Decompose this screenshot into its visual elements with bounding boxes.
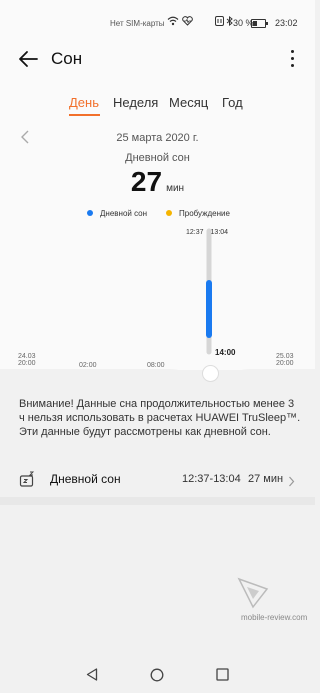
wifi-icon [167, 16, 179, 29]
range-end: 13:04 [210, 229, 229, 236]
selected-date: 25 марта 2020 г. [116, 132, 199, 144]
tab-month[interactable]: Месяц [169, 95, 208, 110]
heart-rate-icon [182, 16, 193, 29]
legend-label-awake: Пробуждение [179, 209, 230, 218]
back-button[interactable] [17, 48, 39, 70]
system-nav-bar [0, 650, 315, 693]
watermark-text: mobile-review.com [241, 613, 308, 622]
chart-drag-handle[interactable] [202, 365, 219, 382]
sleep-total-value: 27 [130, 166, 163, 197]
circle-home-icon [150, 668, 164, 682]
clock: 23:02 [275, 18, 298, 28]
carrier-text: Нет SIM-карты [110, 19, 165, 28]
nap-bar [206, 280, 212, 338]
tab-year[interactable]: Год [222, 95, 243, 110]
square-recents-icon [216, 668, 229, 681]
nfc-icon [215, 16, 224, 29]
sleep-type-label: Дневной сон [125, 152, 190, 164]
section-divider [0, 497, 315, 505]
sleep-record-row[interactable]: Дневной сон 12:37-13:04 27 мин [0, 463, 315, 497]
legend-dot-awake [166, 210, 172, 216]
watermark-logo [233, 575, 273, 616]
nav-recents-button[interactable] [216, 668, 229, 686]
tab-week[interactable]: Неделя [113, 95, 158, 110]
range-start: 12:37 [186, 229, 204, 236]
legend-item-nap: Дневной сон [87, 209, 147, 218]
tab-indicator [69, 114, 100, 116]
legend-label-nap: Дневной сон [100, 209, 148, 218]
nav-back-button[interactable] [86, 668, 98, 686]
legend-item-awake: Пробуждение [166, 209, 230, 218]
triangle-back-icon [86, 668, 98, 681]
legend-dot-nap [87, 210, 93, 216]
chevron-right-icon [288, 474, 295, 492]
panel-curve [0, 369, 315, 395]
bluetooth-icon [226, 15, 233, 29]
record-time: 12:37-13:04 [182, 473, 241, 485]
sleep-total-unit: мин [166, 183, 185, 194]
nav-home-button[interactable] [150, 668, 164, 687]
nap-icon [19, 470, 37, 493]
selected-range-label: 12:37 13:04 [186, 229, 228, 236]
page-title: Сон [51, 49, 83, 68]
sleep-chart[interactable] [0, 225, 315, 375]
arrow-left-icon [19, 51, 38, 67]
battery-icon [251, 19, 268, 28]
tab-day[interactable]: День [69, 95, 99, 110]
sleep-total: 27 мин [0, 166, 315, 198]
record-duration: 27 мин [248, 473, 284, 485]
status-bar: Нет SIM-карты 30 % 23:02 [0, 0, 315, 44]
record-label: Дневной сон [50, 472, 121, 486]
notice-text: Внимание! Данные сна продолжительностью … [19, 398, 301, 438]
more-options-button[interactable] [288, 50, 296, 70]
